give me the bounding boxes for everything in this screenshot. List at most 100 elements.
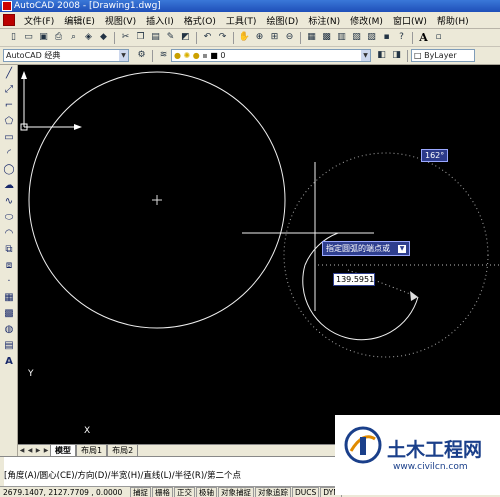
separator [196, 31, 197, 44]
match-properties-icon[interactable]: ✎ [164, 31, 177, 44]
ellipse-icon[interactable]: ⬭ [2, 211, 16, 225]
chevron-down-icon[interactable]: ▼ [119, 50, 128, 61]
tab-layout2[interactable]: 布局2 [107, 444, 139, 457]
tab-prev-icon[interactable]: ◀ [26, 446, 34, 456]
table-icon[interactable]: ▤ [2, 339, 16, 353]
open-folder-icon[interactable]: ▭ [22, 31, 35, 44]
print-preview-icon[interactable]: ⌕ [67, 31, 80, 44]
polyline-icon[interactable]: ⌐ [2, 99, 16, 113]
grid-toggle[interactable]: 栅格 [152, 486, 173, 497]
layer-value: 0 [220, 51, 226, 60]
standard-toolbar: ▯ ▭ ▣ ⎙ ⌕ ◈ ◆ ✂ ❐ ▤ ✎ ◩ ↶ ↷ ✋ ⊕ ⊞ ⊖ ▦ ▩ … [0, 29, 500, 47]
rectangle-icon[interactable]: ▭ [2, 131, 16, 145]
workspace-select[interactable]: AutoCAD 经典 ▼ [3, 49, 129, 62]
ortho-toggle[interactable]: 正交 [174, 486, 195, 497]
ucs-icon [20, 71, 82, 131]
menu-draw[interactable]: 绘图(D) [261, 14, 303, 27]
3d-dwf-icon[interactable]: ◆ [97, 31, 110, 44]
color-swatch-icon: □ [414, 51, 422, 60]
circle-icon[interactable]: ◯ [2, 163, 16, 177]
zoom-previous-icon[interactable]: ⊖ [283, 31, 296, 44]
menu-insert[interactable]: 插入(I) [141, 14, 179, 27]
region-icon[interactable]: ◍ [2, 323, 16, 337]
freeze-icon: ● [192, 51, 200, 60]
tab-layout1[interactable]: 布局1 [76, 444, 108, 457]
menu-edit[interactable]: 编辑(E) [59, 14, 100, 27]
civilcn-logo-icon [344, 426, 382, 464]
pan-icon[interactable]: ✋ [238, 31, 251, 44]
chevron-down-icon[interactable]: ▼ [361, 50, 370, 61]
make-current-layer-icon[interactable]: ◧ [375, 49, 388, 62]
menu-view[interactable]: 视图(V) [100, 14, 141, 27]
styles-icon[interactable]: ▫ [432, 31, 445, 44]
linetype-select[interactable]: □ ByLayer [411, 49, 475, 62]
layer-color-icon: ■ [210, 51, 218, 60]
layer-manager-icon[interactable]: ≋ [157, 49, 170, 62]
coordinate-readout: 2679.1407, 2127.7709 , 0.0000 [3, 487, 123, 497]
prompt-text: 指定圆弧的端点或 [326, 244, 390, 253]
chevron-down-icon[interactable]: ▼ [398, 244, 406, 253]
line-icon[interactable]: ╱ [2, 67, 16, 81]
otrack-toggle[interactable]: 对象追踪 [255, 486, 291, 497]
drawing-canvas[interactable]: 162° 指定圆弧的端点或 ▼ 139.5951 Y X [18, 65, 500, 444]
menu-help[interactable]: 帮助(H) [432, 14, 474, 27]
gradient-icon[interactable]: ▩ [2, 307, 16, 321]
menu-window[interactable]: 窗口(W) [388, 14, 432, 27]
copy-icon[interactable]: ❐ [134, 31, 147, 44]
new-file-icon[interactable]: ▯ [7, 31, 20, 44]
ducs-toggle[interactable]: DUCS [292, 486, 320, 497]
block-editor-icon[interactable]: ◩ [179, 31, 192, 44]
menu-tools[interactable]: 工具(T) [221, 14, 262, 27]
title-bar: AutoCAD 2008 - [Drawing1.dwg] [0, 0, 500, 12]
osnap-toggle[interactable]: 对象捕捉 [218, 486, 254, 497]
polar-toggle[interactable]: 极轴 [196, 486, 217, 497]
text-style-icon[interactable]: A [417, 31, 430, 44]
tool-palettes-icon[interactable]: ▥ [335, 31, 348, 44]
lightbulb-icon: ● [174, 51, 181, 60]
save-icon[interactable]: ▣ [37, 31, 50, 44]
markup-icon[interactable]: ▨ [365, 31, 378, 44]
make-block-icon[interactable]: ⧈ [2, 259, 16, 273]
arc-icon[interactable]: ◜ [2, 147, 16, 161]
workspace-settings-icon[interactable]: ⚙ [135, 49, 148, 62]
zoom-window-icon[interactable]: ⊞ [268, 31, 281, 44]
layers-toolbar: AutoCAD 经典 ▼ ⚙ ≋ ● ✺ ● ▪ ■ 0 ▼ ◧ ◨ □ ByL… [0, 47, 500, 65]
dynamic-input-field[interactable]: 139.5951 [333, 273, 375, 286]
revision-cloud-icon[interactable]: ☁ [2, 179, 16, 193]
menu-format[interactable]: 格式(O) [179, 14, 221, 27]
polygon-icon[interactable]: ⬠ [2, 115, 16, 129]
point-icon[interactable]: · [2, 275, 16, 289]
redo-icon[interactable]: ↷ [216, 31, 229, 44]
help-icon[interactable]: ? [395, 31, 408, 44]
construction-line-icon[interactable]: ⤢ [2, 83, 16, 97]
menu-modify[interactable]: 修改(M) [345, 14, 388, 27]
undo-icon[interactable]: ↶ [201, 31, 214, 44]
tab-last-icon[interactable]: ▶ [42, 446, 50, 456]
separator [114, 31, 115, 44]
publish-icon[interactable]: ◈ [82, 31, 95, 44]
tab-first-icon[interactable]: ◀ [18, 446, 26, 456]
sheet-set-icon[interactable]: ▧ [350, 31, 363, 44]
cut-icon[interactable]: ✂ [119, 31, 132, 44]
ellipse-arc-icon[interactable]: ◠ [2, 227, 16, 241]
snap-toggle[interactable]: 捕捉 [130, 486, 151, 497]
spline-icon[interactable]: ∿ [2, 195, 16, 209]
paste-icon[interactable]: ▤ [149, 31, 162, 44]
layer-previous-icon[interactable]: ◨ [390, 49, 403, 62]
insert-block-icon[interactable]: ⧉ [2, 243, 16, 257]
separator [233, 31, 234, 44]
zoom-realtime-icon[interactable]: ⊕ [253, 31, 266, 44]
menu-file[interactable]: 文件(F) [19, 14, 59, 27]
layer-select[interactable]: ● ✺ ● ▪ ■ 0 ▼ [171, 49, 371, 62]
tab-next-icon[interactable]: ▶ [34, 446, 42, 456]
dynamic-input-prompt: 指定圆弧的端点或 ▼ [322, 241, 410, 256]
print-icon[interactable]: ⎙ [52, 31, 65, 44]
hatch-icon[interactable]: ▦ [2, 291, 16, 305]
calculator-icon[interactable]: ▪ [380, 31, 393, 44]
document-icon[interactable] [3, 14, 15, 26]
multiline-text-icon[interactable]: A [2, 355, 16, 369]
tab-model[interactable]: 模型 [50, 444, 76, 457]
menu-dimension[interactable]: 标注(N) [303, 14, 345, 27]
properties-icon[interactable]: ▦ [305, 31, 318, 44]
design-center-icon[interactable]: ▩ [320, 31, 333, 44]
